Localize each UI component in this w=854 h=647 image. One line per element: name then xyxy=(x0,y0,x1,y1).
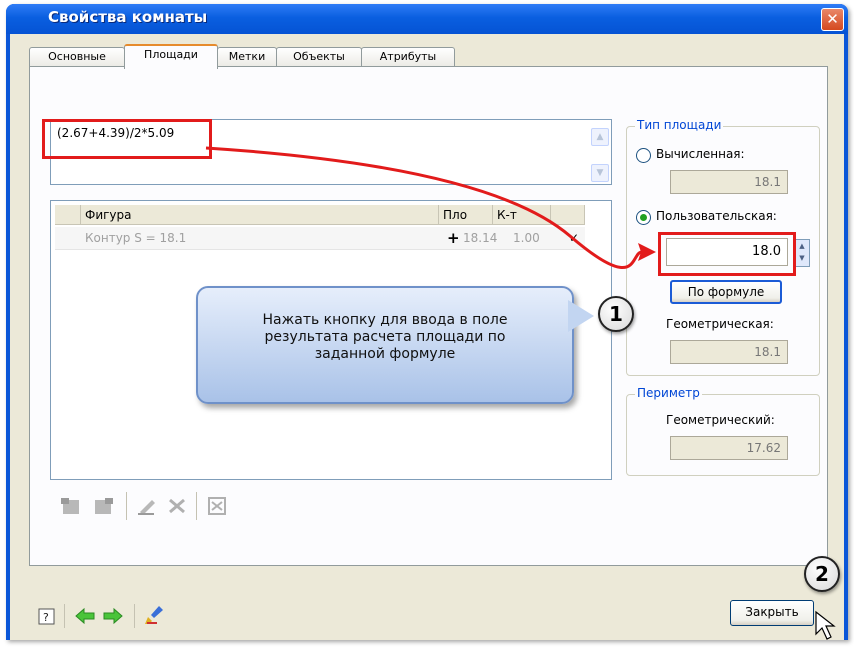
tab-ploshchadi[interactable]: Площади xyxy=(124,44,218,69)
callout-bubble: Нажать кнопку для ввода в поле результат… xyxy=(196,286,574,404)
callout-line-1: Нажать кнопку для ввода в поле xyxy=(262,312,508,328)
callout-line-3: заданной формуле xyxy=(314,346,456,362)
step-badge-1: 1 xyxy=(598,296,634,332)
callout-pointer xyxy=(568,300,594,332)
callout-line-2: результата расчета площади по xyxy=(264,329,506,345)
step-badge-2: 2 xyxy=(804,556,840,592)
